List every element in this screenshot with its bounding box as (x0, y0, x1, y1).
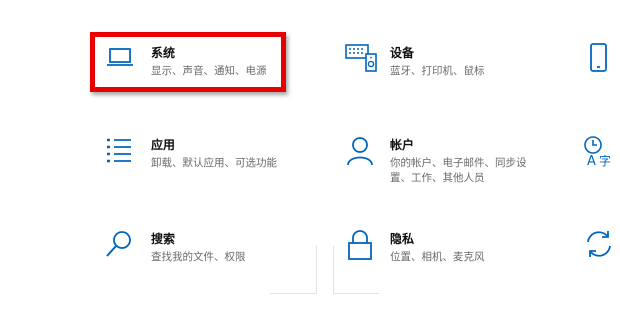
phone-icon (588, 42, 610, 74)
divider (333, 246, 334, 294)
svg-text:字: 字 (599, 153, 611, 168)
keyboard-speaker-icon (344, 42, 378, 74)
tile-devices-desc: 蓝牙、打印机、鼠标 (390, 65, 485, 77)
tile-accounts-title: 帐户 (390, 138, 415, 152)
tile-accounts-desc-line2: 置、工作、其他人员 (390, 172, 485, 184)
svg-text:A: A (587, 154, 596, 168)
tile-search-title: 搜索 (151, 232, 176, 246)
tile-system-desc: 显示、声音、通知、电源 (151, 65, 267, 77)
tile-apps-desc: 卸载、默认应用、可选功能 (151, 157, 277, 169)
divider (316, 246, 317, 294)
tile-devices[interactable]: 设备 蓝牙、打印机、鼠标 (340, 36, 560, 88)
tile-search-desc: 查找我的文件、权限 (151, 251, 246, 263)
tile-privacy[interactable]: 隐私 位置、相机、麦克风 (340, 224, 560, 276)
lock-icon (346, 228, 374, 262)
laptop-icon (106, 44, 134, 70)
divider (270, 293, 316, 294)
time-language-icon: A 字 (582, 134, 616, 168)
tile-search[interactable]: 搜索 查找我的文件、权限 (96, 224, 296, 276)
settings-grid: 系统 显示、声音、通知、电源 设备 蓝牙、打印机、鼠标 应用 卸载、默认应用、可… (0, 0, 620, 309)
tile-phone[interactable] (580, 36, 620, 88)
tile-devices-title: 设备 (390, 46, 415, 60)
tile-apps[interactable]: 应用 卸载、默认应用、可选功能 (96, 130, 296, 182)
tile-accounts-desc-line1: 你的帐户、电子邮件、同步设 (390, 157, 527, 169)
tile-update[interactable] (580, 224, 620, 276)
tile-apps-title: 应用 (151, 138, 176, 152)
tile-privacy-desc: 位置、相机、麦克风 (390, 251, 485, 263)
apps-list-icon (104, 136, 134, 166)
tile-time-language[interactable]: A 字 (580, 130, 620, 182)
tile-system[interactable]: 系统 显示、声音、通知、电源 (96, 36, 286, 88)
tile-accounts[interactable]: 帐户 你的帐户、电子邮件、同步设 置、工作、其他人员 (340, 130, 560, 190)
tile-privacy-title: 隐私 (390, 232, 415, 246)
divider (333, 293, 379, 294)
update-sync-icon (583, 228, 615, 260)
tile-system-title: 系统 (151, 46, 176, 60)
person-icon (346, 136, 374, 166)
search-icon (104, 228, 134, 260)
